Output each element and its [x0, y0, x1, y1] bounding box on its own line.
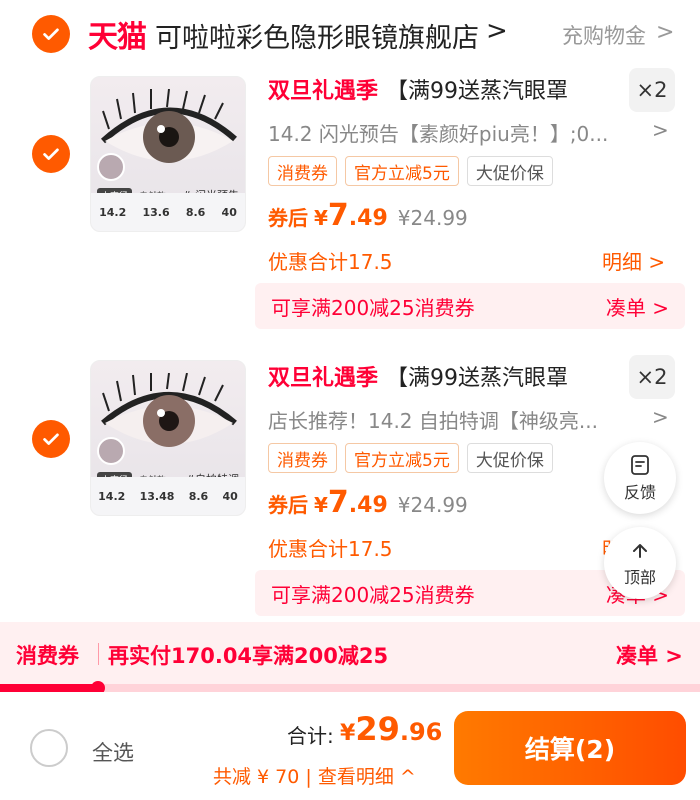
price-currency: ¥ [314, 493, 328, 517]
discount-total: 优惠合计17.5 [268, 250, 393, 274]
strip-title: 消费券 [16, 644, 79, 668]
coupon-text: 可享满200减25消费券 [271, 295, 475, 320]
savings-detail-link[interactable]: 共减 ¥ 70 | 查看明细 ^ [213, 762, 416, 789]
total-decimal: .96 [399, 718, 443, 746]
price-decimal: .49 [348, 493, 388, 518]
divider [98, 643, 99, 665]
checkout-button[interactable]: 结算(2) [454, 711, 686, 785]
arrow-up-icon [633, 544, 647, 558]
total-amount: ¥ 29 .96 [340, 710, 442, 748]
chevron-right-icon[interactable]: > [652, 405, 669, 429]
tag-chip: 大促价保 [466, 156, 553, 186]
back-to-top-label: 顶部 [623, 568, 656, 587]
lens-swatch [97, 437, 125, 465]
strip-description: 再实付170.04享满200减25 [108, 644, 389, 668]
tag-chip: 官方立减5元 [345, 156, 459, 186]
spec-value: 13.48 [139, 489, 175, 503]
coupon-bar[interactable]: 可享满200减25消费券 凑单 > [255, 283, 685, 329]
check-icon [43, 28, 59, 40]
tag-chip: 消费券 [268, 443, 337, 473]
select-all-checkbox[interactable] [30, 729, 68, 767]
discount-total: 优惠合计17.5 [268, 537, 393, 561]
feedback-icon [631, 455, 649, 475]
coupon-strip[interactable]: 消费券 再实付170.04享满200减25 凑单 > [0, 622, 700, 684]
check-icon [43, 148, 59, 160]
sku-selector[interactable]: 14.2 闪光预告【素颜好piu亮！】;0... [268, 118, 638, 147]
feedback-button[interactable]: 反馈 [604, 442, 676, 514]
add-on-link[interactable]: 凑单 > [616, 640, 683, 670]
spec-value: 13.6 [142, 205, 170, 219]
price-row: 券后 ¥ 7 .49 ¥24.99 [268, 485, 468, 520]
price-currency: ¥ [314, 206, 328, 230]
spec-value: 14.2 [99, 205, 127, 219]
total-integer: 29 [355, 710, 400, 748]
original-price: ¥24.99 [397, 493, 468, 517]
item-checkbox[interactable] [32, 420, 70, 458]
spec-value: 40 [222, 489, 238, 503]
tag-chip: 大促价保 [466, 443, 553, 473]
original-price: ¥24.99 [397, 206, 468, 230]
shop-checkbox[interactable] [32, 15, 70, 53]
tag-chip: 官方立减5元 [345, 443, 459, 473]
shop-name[interactable]: 可啦啦彩色隐形眼镜旗舰店 [155, 16, 479, 55]
chevron-right-icon[interactable]: > [652, 118, 669, 142]
shopping-credit-link[interactable]: 充购物金 [562, 20, 646, 50]
tag-chip: 消费券 [268, 156, 337, 186]
spec-value: 40 [221, 205, 237, 219]
chevron-right-icon[interactable]: > [486, 16, 508, 46]
progress-fill [0, 684, 98, 692]
spec-value: 8.6 [188, 489, 209, 503]
tags-row: 消费券 官方立减5元 大促价保 [268, 443, 553, 473]
back-to-top-button[interactable]: 顶部 [604, 527, 676, 599]
price-integer: 7 [327, 485, 349, 520]
spec-value: 14.2 [98, 489, 126, 503]
item-checkbox[interactable] [32, 135, 70, 173]
price-prefix: 券后 [268, 206, 308, 230]
chevron-right-icon[interactable]: > [656, 20, 674, 45]
spec-value: 8.6 [185, 205, 206, 219]
product-thumbnail[interactable]: 小直径 自然款 # 闪光预告 14.2 13.6 8.6 40 [90, 76, 246, 232]
total-currency: ¥ [340, 721, 356, 746]
item-title[interactable]: 双旦礼遇季 【满99送蒸汽眼罩 [268, 72, 568, 106]
detail-link[interactable]: 明细 > [602, 246, 665, 275]
shop-header: 天猫 可啦啦彩色隐形眼镜旗舰店 > 充购物金 > [0, 0, 700, 68]
promo-title: 双旦礼遇季 [268, 366, 379, 391]
quantity-badge[interactable]: ×2 [629, 355, 675, 399]
checkout-footer: 全选 合计: ¥ 29 .96 共减 ¥ 70 | 查看明细 ^ 结算(2) [0, 692, 700, 800]
price-decimal: .49 [348, 206, 388, 231]
thumb-specs: 14.2 13.6 8.6 40 [91, 193, 245, 231]
feedback-label: 反馈 [623, 483, 656, 502]
check-icon [43, 433, 59, 445]
thumb-specs: 14.2 13.48 8.6 40 [91, 477, 245, 515]
product-thumbnail[interactable]: 小直径 自然款 #自拍特调 14.2 13.48 8.6 40 [90, 360, 246, 516]
tags-row: 消费券 官方立减5元 大促价保 [268, 156, 553, 186]
price-row: 券后 ¥ 7 .49 ¥24.99 [268, 198, 468, 233]
select-all-label[interactable]: 全选 [92, 737, 134, 767]
tmall-logo: 天猫 [88, 20, 147, 55]
price-prefix: 券后 [268, 493, 308, 517]
price-integer: 7 [327, 198, 349, 233]
total-label: 合计: [287, 724, 334, 748]
coupon-progress-bar [0, 681, 700, 695]
title-text: 【满99送蒸汽眼罩 [386, 366, 569, 391]
add-on-link[interactable]: 凑单 > [606, 292, 669, 321]
promo-title: 双旦礼遇季 [268, 79, 379, 104]
quantity-badge[interactable]: ×2 [629, 68, 675, 112]
title-text: 【满99送蒸汽眼罩 [386, 79, 569, 104]
coupon-text: 可享满200减25消费券 [271, 582, 475, 607]
sku-selector[interactable]: 店长推荐！14.2 自拍特调【神级亮... [268, 405, 638, 434]
item-title[interactable]: 双旦礼遇季 【满99送蒸汽眼罩 [268, 359, 568, 393]
lens-swatch [97, 153, 125, 181]
